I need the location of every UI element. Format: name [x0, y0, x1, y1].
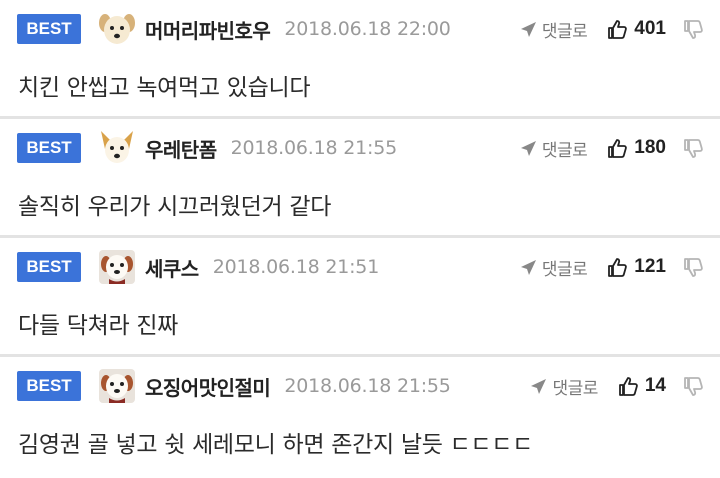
dog-face-icon	[99, 250, 135, 284]
dislike-button[interactable]	[683, 138, 704, 159]
comment-actions: 댓글로 121	[520, 248, 704, 286]
dislike-button[interactable]	[683, 257, 704, 278]
thumbs-up-icon	[618, 376, 638, 396]
best-badge: BEST	[17, 371, 81, 401]
comment-actions: 댓글로 180	[520, 129, 704, 167]
comment-text: 다들 닥쳐라 진짜	[18, 313, 179, 339]
like-button[interactable]: 14	[618, 375, 666, 397]
comment-date: 2018.06.18 21:51	[212, 256, 380, 278]
thumbs-up-icon	[608, 257, 628, 277]
comment-meta: BEST 세쿠스 2018.06.18 21:51 댓글로 121	[17, 248, 720, 286]
comment-meta: BEST 오징어맛인절미 2018.06.18 21:55 댓글로 14	[17, 367, 720, 405]
comment-item: BEST 머머리파빈호우 2018.06.18 22:00 댓글로 401 치킨…	[0, 0, 720, 119]
comment-date: 2018.06.18 22:00	[284, 18, 451, 40]
send-arrow-icon	[520, 140, 536, 156]
comment-text: 솔직히 우리가 시끄러웠던거 같다	[18, 194, 332, 220]
thumbs-up-icon	[608, 19, 628, 39]
best-badge: BEST	[17, 14, 81, 44]
like-count: 180	[634, 137, 666, 158]
comment-date: 2018.06.18 21:55	[284, 375, 451, 397]
reply-button[interactable]: 댓글로	[520, 255, 588, 280]
reply-label: 댓글로	[541, 140, 588, 161]
dog-face-avatar[interactable]	[97, 248, 137, 286]
like-count: 401	[634, 18, 666, 39]
reply-button[interactable]: 댓글로	[520, 136, 588, 161]
thumbs-up-icon	[608, 138, 628, 158]
reply-button[interactable]: 댓글로	[530, 374, 598, 399]
comment-text: 치킨 안씹고 녹여먹고 있습니다	[18, 75, 311, 101]
reply-label: 댓글로	[541, 21, 588, 42]
comment-actions: 댓글로 14	[530, 367, 704, 405]
comment-meta: BEST 머머리파빈호우 2018.06.18 22:00 댓글로 401	[17, 10, 720, 48]
reply-label: 댓글로	[552, 378, 598, 399]
reply-button[interactable]: 댓글로	[520, 17, 588, 42]
like-count: 121	[634, 256, 666, 277]
comment-item: BEST 우레탄폼 2018.06.18 21:55 댓글로 180 솔직히 우…	[0, 119, 720, 238]
dog-face-avatar[interactable]	[97, 129, 137, 167]
send-arrow-icon	[520, 21, 536, 37]
comment-author[interactable]: 오징어맛인절미	[145, 372, 271, 401]
dog-face-icon	[99, 369, 135, 403]
dog-face-icon	[101, 131, 133, 163]
best-badge: BEST	[17, 252, 81, 282]
like-count: 14	[644, 375, 666, 396]
dog-face-avatar[interactable]	[97, 367, 137, 405]
dislike-button[interactable]	[683, 19, 704, 40]
reply-label: 댓글로	[541, 259, 588, 280]
like-button[interactable]: 401	[607, 18, 666, 40]
comment-item: BEST 세쿠스 2018.06.18 21:51 댓글로 121 다들 닥쳐라…	[0, 238, 720, 357]
thumbs-down-icon	[684, 376, 703, 396]
like-button[interactable]: 180	[607, 137, 666, 159]
dog-face-avatar[interactable]	[97, 10, 137, 48]
comment-author[interactable]: 머머리파빈호우	[145, 15, 271, 44]
thumbs-down-icon	[684, 138, 703, 158]
comment-actions: 댓글로 401	[520, 10, 704, 48]
comment-date: 2018.06.18 21:55	[230, 137, 398, 159]
thumbs-down-icon	[684, 257, 703, 277]
dislike-button[interactable]	[683, 376, 704, 397]
send-arrow-icon	[531, 378, 547, 394]
best-badge: BEST	[17, 133, 81, 163]
comment-item: BEST 오징어맛인절미 2018.06.18 21:55 댓글로 14 김영권…	[0, 357, 720, 478]
best-comment-list: BEST 머머리파빈호우 2018.06.18 22:00 댓글로 401 치킨…	[0, 0, 720, 478]
like-button[interactable]: 121	[607, 256, 666, 278]
comment-author[interactable]: 세쿠스	[145, 253, 199, 282]
send-arrow-icon	[520, 259, 536, 275]
dog-face-icon	[99, 14, 135, 44]
comment-text: 김영권 골 넣고 쉿 세레모니 하면 존간지 날듯 ㄷㄷㄷㄷ	[18, 432, 534, 458]
comment-author[interactable]: 우레탄폼	[145, 134, 217, 163]
comment-meta: BEST 우레탄폼 2018.06.18 21:55 댓글로 180	[17, 129, 720, 167]
thumbs-down-icon	[684, 19, 703, 39]
